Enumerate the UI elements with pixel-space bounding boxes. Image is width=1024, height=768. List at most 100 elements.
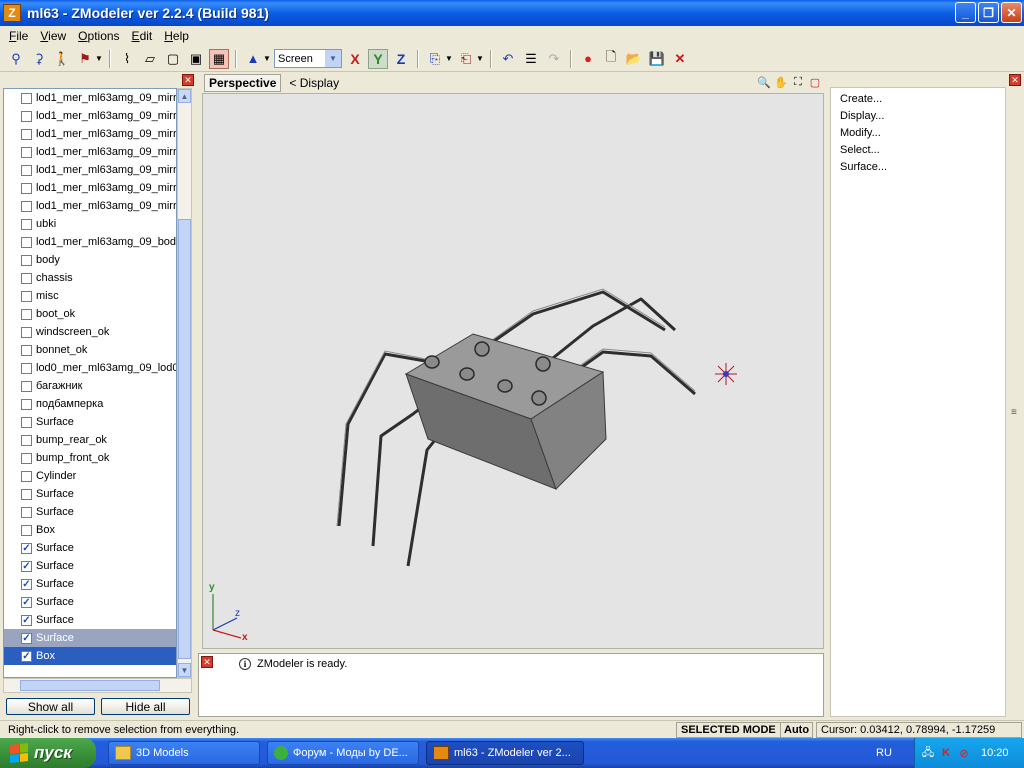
undo-icon[interactable]: ↶ xyxy=(498,49,518,69)
visibility-checkbox[interactable]: ✓ xyxy=(21,596,32,608)
start-button[interactable]: пуск xyxy=(0,738,96,768)
object-list-item[interactable]: Cylinder xyxy=(4,467,176,485)
object-list-item[interactable]: ✓ Box xyxy=(4,647,176,665)
antivirus-icon[interactable]: K xyxy=(939,746,953,760)
undo-list-icon[interactable]: ☰ xyxy=(521,49,541,69)
record-icon[interactable]: ● xyxy=(578,49,598,69)
visibility-checkbox[interactable] xyxy=(21,218,32,230)
import-icon[interactable]: ⎘ xyxy=(425,49,445,69)
visibility-checkbox[interactable] xyxy=(21,236,32,248)
object-list-item[interactable]: lod1_mer_ml63amg_09_mirr. xyxy=(4,143,176,161)
task-zmodeler[interactable]: ml63 - ZModeler ver 2... xyxy=(426,741,584,765)
object-list-item[interactable]: lod1_mer_ml63amg_09_mirr. xyxy=(4,107,176,125)
light-gizmo[interactable] xyxy=(715,363,737,385)
command-select[interactable]: Select... xyxy=(831,141,1005,158)
object-list-item[interactable]: chassis xyxy=(4,269,176,287)
display-menu[interactable]: < Display xyxy=(289,76,339,90)
close-icon[interactable]: ✕ xyxy=(1009,74,1021,86)
visibility-checkbox[interactable] xyxy=(21,452,32,464)
command-create[interactable]: Create... xyxy=(831,90,1005,107)
zmodeler-app-icon[interactable]: Z xyxy=(3,4,21,22)
object-list-item[interactable]: lod0_mer_ml63amg_09_lod0 xyxy=(4,359,176,377)
save-icon[interactable]: 💾 xyxy=(647,49,667,69)
object-list-item[interactable]: lod1_mer_ml63amg_09_mirr. xyxy=(4,89,176,107)
object-list-item[interactable]: ✓ Surface xyxy=(4,629,176,647)
object-list-item[interactable]: подбамперка xyxy=(4,395,176,413)
visibility-checkbox[interactable] xyxy=(21,92,32,104)
object-list-item[interactable]: windscreen_ok xyxy=(4,323,176,341)
visibility-checkbox[interactable] xyxy=(21,506,32,518)
object-list-item[interactable]: Box xyxy=(4,521,176,539)
command-surface[interactable]: Surface... xyxy=(831,158,1005,175)
object-list[interactable]: lod1_mer_ml63amg_09_mirr. lod1_mer_ml63am… xyxy=(3,88,177,678)
pivot-dropdown-icon[interactable]: ▼ xyxy=(263,54,271,63)
object-list-vscrollbar[interactable]: ▲ ▼ xyxy=(177,88,192,678)
import-dropdown-icon[interactable]: ▼ xyxy=(445,54,453,63)
visibility-checkbox[interactable] xyxy=(21,362,32,374)
object-list-item[interactable]: Surface xyxy=(4,413,176,431)
visibility-checkbox[interactable] xyxy=(21,146,32,158)
pan-hand-icon[interactable]: ✋ xyxy=(774,75,788,89)
object-list-item[interactable]: bump_front_ok xyxy=(4,449,176,467)
visibility-checkbox[interactable] xyxy=(21,434,32,446)
visibility-checkbox[interactable]: ✓ xyxy=(21,614,32,626)
close-icon[interactable]: ✕ xyxy=(182,74,194,86)
visibility-checkbox[interactable] xyxy=(21,182,32,194)
visibility-checkbox[interactable] xyxy=(21,398,32,410)
visibility-checkbox[interactable] xyxy=(21,290,32,302)
pivot-icon[interactable]: ▲ xyxy=(243,49,263,69)
object-mode-icon[interactable]: ▣ xyxy=(186,49,206,69)
menu-edit[interactable]: Edit xyxy=(126,29,159,43)
hscroll-thumb[interactable] xyxy=(20,680,160,691)
visibility-checkbox[interactable] xyxy=(21,308,32,320)
selected-mode-indicator[interactable]: SELECTED MODE xyxy=(676,722,781,738)
visibility-checkbox[interactable] xyxy=(21,200,32,212)
object-list-item[interactable]: lod1_mer_ml63amg_09_mirr. xyxy=(4,125,176,143)
scroll-up-icon[interactable]: ▲ xyxy=(178,89,191,103)
object-list-item[interactable]: Surface xyxy=(4,485,176,503)
close-button[interactable]: ✕ xyxy=(1001,2,1022,23)
visibility-checkbox[interactable] xyxy=(21,416,32,428)
viewport-title[interactable]: Perspective xyxy=(204,74,282,92)
visibility-checkbox[interactable] xyxy=(21,344,32,356)
visibility-checkbox[interactable] xyxy=(21,110,32,122)
object-list-item[interactable]: lod1_mer_ml63amg_09_mirr. xyxy=(4,197,176,215)
visibility-checkbox[interactable] xyxy=(21,254,32,266)
visibility-checkbox[interactable]: ✓ xyxy=(21,542,32,554)
object-list-item[interactable]: lod1_mer_ml63amg_09_mirr. xyxy=(4,179,176,197)
auto-indicator[interactable]: Auto xyxy=(780,722,814,738)
task-forum[interactable]: Форум - Моды by DE... xyxy=(267,741,419,765)
select-vertex-icon[interactable]: ⚲ xyxy=(6,49,26,69)
select-mode-icon[interactable]: ⚑ xyxy=(75,49,95,69)
visibility-checkbox[interactable] xyxy=(21,164,32,176)
blocked-icon[interactable]: ⊘ xyxy=(957,746,971,760)
visibility-checkbox[interactable] xyxy=(21,380,32,392)
network-icon[interactable]: 🖧 xyxy=(921,746,935,760)
object-list-item[interactable]: ✓ Surface xyxy=(4,557,176,575)
select-mode-dropdown-icon[interactable]: ▼ xyxy=(95,54,103,63)
command-panel-resize-handle[interactable]: ≡ xyxy=(1009,87,1023,717)
show-all-button[interactable]: Show all xyxy=(6,698,95,715)
delete-icon[interactable]: ✕ xyxy=(670,49,690,69)
visibility-checkbox[interactable] xyxy=(21,488,32,500)
object-list-item[interactable]: boot_ok xyxy=(4,305,176,323)
object-list-hscrollbar[interactable] xyxy=(3,678,192,693)
visibility-checkbox[interactable]: ✓ xyxy=(21,650,32,662)
axis-x-button[interactable]: X xyxy=(345,49,365,69)
fit-view-icon[interactable]: ⛶ xyxy=(791,75,805,89)
object-list-item[interactable]: bump_rear_ok xyxy=(4,431,176,449)
scroll-down-icon[interactable]: ▼ xyxy=(178,663,191,677)
object-list-item[interactable]: Surface xyxy=(4,503,176,521)
export-icon[interactable]: ⎗ xyxy=(456,49,476,69)
restore-button[interactable]: ❐ xyxy=(978,2,999,23)
object-list-item[interactable]: lod1_mer_ml63amg_09_mirr. xyxy=(4,161,176,179)
open-folder-icon[interactable]: 📂 xyxy=(624,49,644,69)
export-dropdown-icon[interactable]: ▼ xyxy=(476,54,484,63)
new-file-icon[interactable]: 🗋 xyxy=(601,49,621,69)
menu-view[interactable]: View xyxy=(34,29,72,43)
visibility-checkbox[interactable] xyxy=(21,326,32,338)
object-list-item[interactable]: lod1_mer_ml63amg_09_bod. xyxy=(4,233,176,251)
visibility-checkbox[interactable]: ✓ xyxy=(21,578,32,590)
visibility-checkbox[interactable] xyxy=(21,470,32,482)
edge-mode-icon[interactable]: ▱ xyxy=(140,49,160,69)
